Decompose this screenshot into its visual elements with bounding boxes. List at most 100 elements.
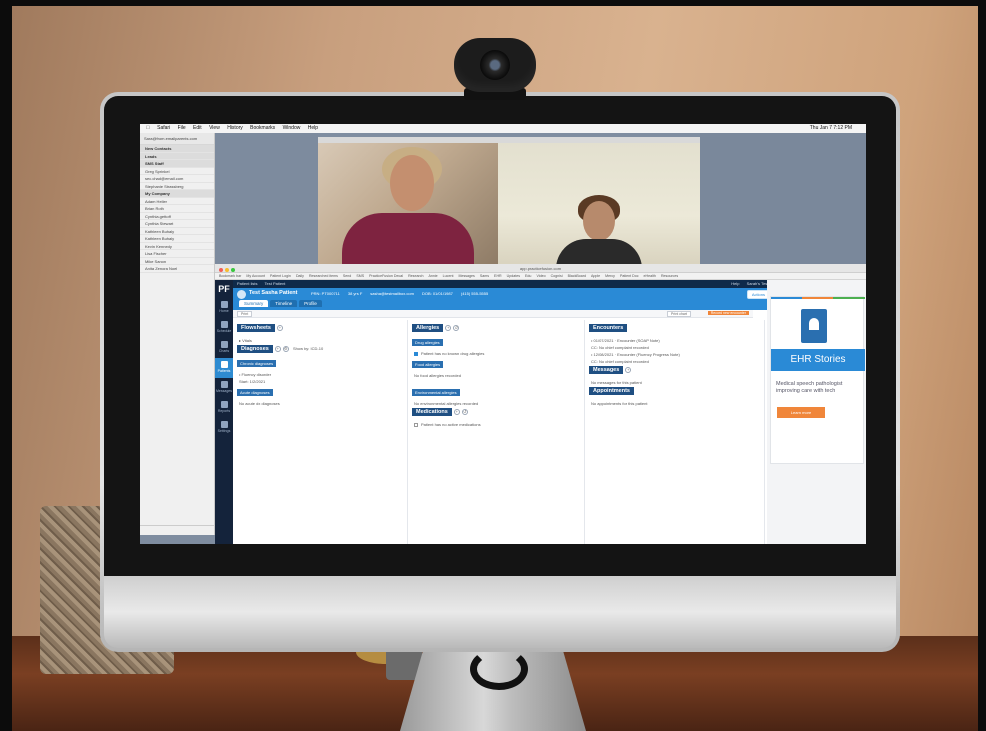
messages-header[interactable]: Messages bbox=[589, 366, 624, 374]
contact-item[interactable]: Cynthia.gettoff bbox=[140, 213, 214, 220]
patient-lists-link[interactable]: Patient lists bbox=[237, 281, 257, 286]
add-icon[interactable]: + bbox=[274, 345, 281, 352]
bookmark-item[interactable]: Messages bbox=[458, 274, 474, 278]
app-logo[interactable]: PF bbox=[215, 280, 233, 298]
bookmark-item[interactable]: Video bbox=[536, 274, 545, 278]
bookmark-item[interactable]: Resources bbox=[661, 274, 678, 278]
bookmark-item[interactable]: Research bbox=[408, 274, 423, 278]
menubar-clock[interactable]: Thu Jan 7 7:12 PM bbox=[810, 124, 852, 133]
menu-file[interactable]: File bbox=[178, 125, 186, 131]
nav-item-charts[interactable]: Charts bbox=[215, 338, 233, 358]
bookmark-item[interactable]: Patient Doc bbox=[620, 274, 639, 278]
bookmark-item[interactable]: Edu bbox=[525, 274, 531, 278]
menu-view[interactable]: View bbox=[209, 125, 220, 131]
bookmark-item[interactable]: Send bbox=[343, 274, 351, 278]
settings-icon[interactable]: ⚙ bbox=[282, 345, 289, 352]
contact-item[interactable]: Brian Roth bbox=[140, 205, 214, 213]
contact-item[interactable]: Cynthia Stewart bbox=[140, 220, 214, 228]
encounter-item[interactable]: • 01/07/2021 · Encounter (SOAP Note) bbox=[591, 338, 760, 343]
bookmark-item[interactable]: Apple bbox=[591, 274, 600, 278]
bookmark-item[interactable]: Lucent bbox=[443, 274, 454, 278]
print-chart-button[interactable]: Print chart bbox=[667, 311, 691, 317]
tab-timeline[interactable]: Timeline bbox=[270, 300, 298, 307]
nav-item-settings[interactable]: Settings bbox=[215, 418, 233, 438]
tab-summary[interactable]: Summary bbox=[239, 300, 269, 307]
bookmark-item[interactable]: Mercy bbox=[605, 274, 615, 278]
add-icon[interactable]: + bbox=[453, 408, 460, 415]
menu-edit[interactable]: Edit bbox=[193, 125, 202, 131]
menu-help[interactable]: Help bbox=[308, 125, 318, 131]
contact-group[interactable]: My Company bbox=[140, 190, 214, 198]
ehr-stories-ad[interactable]: EHR Stories Medical speech pathologist i… bbox=[770, 296, 865, 464]
minimize-icon[interactable] bbox=[225, 268, 229, 272]
contacts-account[interactable]: Sara@from.emailparents.com bbox=[140, 133, 214, 145]
nkda-checkbox-row[interactable]: Patient has no known drug allergies bbox=[414, 351, 580, 356]
add-icon[interactable]: + bbox=[625, 366, 632, 373]
nav-item-patients[interactable]: Patients bbox=[215, 358, 233, 378]
menu-bookmarks[interactable]: Bookmarks bbox=[250, 125, 275, 131]
nav-item-messages[interactable]: Messages bbox=[215, 378, 233, 398]
bookmark-item[interactable]: eHealth bbox=[644, 274, 656, 278]
menu-safari[interactable]: Safari bbox=[157, 125, 170, 131]
contact-item[interactable]: Lisa Fischer bbox=[140, 250, 214, 258]
nav-item-schedule[interactable]: Schedule bbox=[215, 318, 233, 338]
history-icon[interactable]: ↺ bbox=[453, 324, 460, 331]
chronic-dx-item[interactable]: • Fluency disorder bbox=[239, 372, 403, 377]
no-meds-checkbox[interactable] bbox=[414, 422, 418, 427]
contact-item[interactable]: Kathleen Buhaly bbox=[140, 235, 214, 243]
flowsheets-header[interactable]: Flowsheets bbox=[237, 324, 275, 332]
contact-item[interactable]: Mike Sanon bbox=[140, 258, 214, 265]
video-call-window[interactable] bbox=[318, 137, 700, 269]
contact-item[interactable]: Kathleen Buhaly bbox=[140, 228, 214, 235]
medications-header[interactable]: Medications bbox=[412, 408, 452, 416]
close-icon[interactable] bbox=[219, 268, 223, 272]
bookmark-item[interactable]: Sams bbox=[480, 274, 489, 278]
add-icon[interactable]: + bbox=[445, 324, 452, 331]
nav-item-home[interactable]: Home bbox=[215, 298, 233, 318]
vitals-item[interactable]: ▸ Vitals bbox=[239, 338, 403, 343]
bookmark-item[interactable]: Patient Login bbox=[270, 274, 291, 278]
apple-icon[interactable]:  bbox=[146, 125, 150, 131]
diagnoses-header[interactable]: Diagnoses bbox=[237, 345, 273, 353]
print-button[interactable]: Print bbox=[237, 311, 253, 317]
contact-group[interactable]: SMS Staff bbox=[140, 160, 214, 168]
bookmark-item[interactable]: Updates bbox=[507, 274, 520, 278]
remote-video-feed[interactable] bbox=[318, 143, 498, 269]
bookmark-item[interactable]: EHR bbox=[494, 274, 502, 278]
learn-more-button[interactable]: Learn more bbox=[777, 407, 825, 418]
encounters-header[interactable]: Encounters bbox=[589, 324, 628, 332]
contact-item[interactable]: Adam Heller bbox=[140, 198, 214, 205]
bookmark-item[interactable]: Cognisi bbox=[551, 274, 563, 278]
menu-window[interactable]: Window bbox=[283, 125, 301, 131]
self-video-feed[interactable] bbox=[498, 143, 700, 269]
contact-group[interactable]: New Contacts bbox=[140, 145, 214, 153]
encounter-item[interactable]: • 12/08/2021 · Encounter (Fluency Progre… bbox=[591, 352, 760, 357]
bookmark-item[interactable]: Daily bbox=[296, 274, 304, 278]
no-meds-checkbox-row[interactable]: Patient has no active medications bbox=[414, 422, 580, 427]
add-icon[interactable]: + bbox=[276, 324, 283, 331]
bookmark-item[interactable]: Annie bbox=[428, 274, 437, 278]
contact-item[interactable]: Anita Zenora Noel bbox=[140, 265, 214, 273]
tab-profile[interactable]: Profile bbox=[299, 300, 322, 307]
menu-history[interactable]: History bbox=[227, 125, 243, 131]
record-encounter-button[interactable]: Record new encounter bbox=[707, 311, 749, 315]
bookmark-item[interactable]: My Account bbox=[246, 274, 265, 278]
bookmark-item[interactable]: Researched items bbox=[309, 274, 338, 278]
allergies-header[interactable]: Allergies bbox=[412, 324, 444, 332]
address-bar[interactable]: app.practicefusion.com bbox=[520, 266, 561, 271]
zoom-icon[interactable] bbox=[231, 268, 235, 272]
bookmark-item[interactable]: PracticeFusion Decal bbox=[369, 274, 403, 278]
contact-item[interactable]: Stephanie Strassberg bbox=[140, 183, 214, 190]
bookmark-item[interactable]: SMS bbox=[356, 274, 364, 278]
current-patient-tab[interactable]: Test Patient bbox=[265, 281, 286, 286]
bookmark-item[interactable]: BlackBoard bbox=[568, 274, 586, 278]
contact-group[interactable]: Leads bbox=[140, 152, 214, 160]
contact-item[interactable]: Greg Sprinkel bbox=[140, 168, 214, 175]
diagnoses-filter[interactable]: Show by: ICD-10 bbox=[293, 346, 323, 351]
help-link[interactable]: Help bbox=[731, 281, 739, 286]
nav-item-reports[interactable]: Reports bbox=[215, 398, 233, 418]
appointments-header[interactable]: Appointments bbox=[589, 387, 634, 395]
contact-item[interactable]: sec.chad@email.com bbox=[140, 175, 214, 183]
nkda-checkbox[interactable] bbox=[414, 351, 418, 356]
history-icon[interactable]: ↺ bbox=[461, 408, 468, 415]
